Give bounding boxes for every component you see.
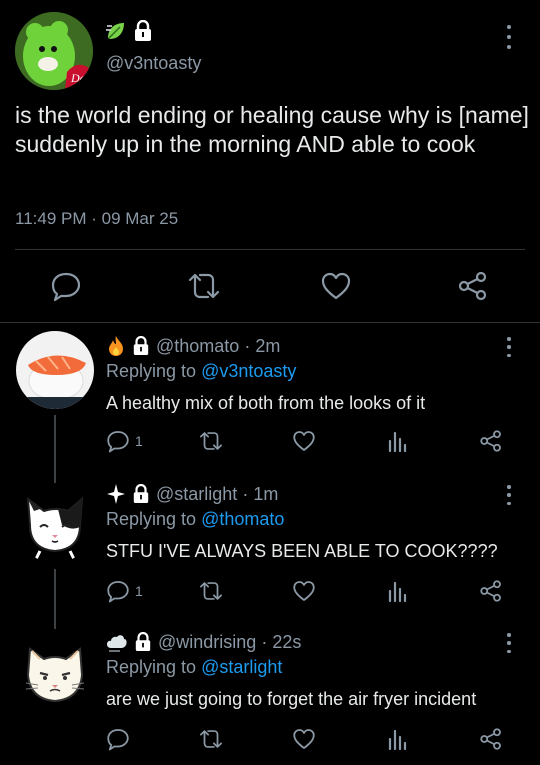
thread-line <box>54 471 56 483</box>
retweet-icon <box>198 429 224 453</box>
more-options-icon[interactable] <box>500 25 518 49</box>
reply-tweet: @thomato · 2m Replying to @v3ntoasty A h… <box>0 323 540 471</box>
badge-icons <box>105 20 153 42</box>
lock-icon <box>132 336 150 356</box>
replying-to: Replying to @thomato <box>106 509 285 529</box>
main-tweet: Dew @v3ntoasty is the world ending or he… <box>0 0 540 322</box>
heart-icon <box>292 727 316 751</box>
analytics-icon <box>386 727 408 751</box>
reply-button[interactable] <box>106 727 130 751</box>
reply-button[interactable]: 1 <box>106 579 143 603</box>
reply-button[interactable]: 1 <box>106 429 143 453</box>
mention-link[interactable]: @starlight <box>201 657 282 677</box>
reply-actions: 1 <box>0 579 540 607</box>
reply-actions: 1 <box>0 429 540 457</box>
avatar[interactable] <box>16 633 94 711</box>
retweet-button[interactable] <box>186 270 222 302</box>
analytics-icon <box>386 429 408 453</box>
reply-icon <box>106 727 130 751</box>
reply-count: 1 <box>135 433 143 449</box>
share-icon <box>479 579 503 603</box>
share-button[interactable] <box>457 270 489 302</box>
like-button[interactable] <box>292 429 316 453</box>
avatar[interactable]: Dew <box>15 12 93 90</box>
analytics-button[interactable] <box>386 579 408 603</box>
reply-time: 22s <box>272 631 302 652</box>
heart-icon <box>292 579 316 603</box>
reply-handle[interactable]: @windrising <box>158 632 256 652</box>
retweet-button[interactable] <box>198 429 224 453</box>
lock-icon <box>133 20 153 42</box>
divider <box>15 249 525 250</box>
mention-link[interactable]: @thomato <box>201 509 284 529</box>
reply-text: are we just going to forget the air frye… <box>106 689 477 709</box>
share-icon <box>479 727 503 751</box>
mention-link[interactable]: @v3ntoasty <box>201 361 296 381</box>
more-options-icon[interactable] <box>500 485 518 505</box>
leaf-icon <box>105 20 127 42</box>
share-button[interactable] <box>479 579 503 603</box>
reply-icon <box>50 270 82 302</box>
more-options-icon[interactable] <box>500 337 518 357</box>
share-button[interactable] <box>479 727 503 751</box>
avatar[interactable] <box>16 331 94 409</box>
analytics-icon <box>386 579 408 603</box>
reply-header: @starlight · 1m <box>106 483 278 505</box>
reply-header: @windrising · 22s <box>106 631 301 653</box>
lock-icon <box>134 632 152 652</box>
tweet-text: is the world ending or healing cause why… <box>15 102 529 157</box>
replying-to: Replying to @starlight <box>106 657 283 677</box>
heart-icon <box>292 429 316 453</box>
cloud-wind-icon <box>106 631 128 653</box>
author-handle[interactable]: @v3ntoasty <box>106 53 201 74</box>
reply-tweet: @starlight · 1m Replying to @thomato STF… <box>0 471 540 619</box>
retweet-icon <box>186 270 222 302</box>
reply-time: 2m <box>255 335 281 356</box>
svg-text:Dew: Dew <box>70 71 93 85</box>
more-options-icon[interactable] <box>500 633 518 653</box>
retweet-button[interactable] <box>198 727 224 751</box>
reply-text: A healthy mix of both from the looks of … <box>106 393 426 413</box>
avatar[interactable] <box>16 485 94 563</box>
reply-handle[interactable]: @starlight <box>156 484 237 504</box>
reply-tweet: @windrising · 22s Replying to @starlight… <box>0 619 540 765</box>
reply-actions <box>0 727 540 755</box>
share-button[interactable] <box>479 429 503 453</box>
reply-time: 1m <box>253 483 279 504</box>
like-button[interactable] <box>292 579 316 603</box>
thread-line <box>54 619 56 629</box>
share-icon <box>479 429 503 453</box>
analytics-button[interactable] <box>386 727 408 751</box>
reply-button[interactable] <box>50 270 82 302</box>
tweet-actions <box>0 268 540 304</box>
like-button[interactable] <box>292 727 316 751</box>
lock-icon <box>132 484 150 504</box>
reply-text: STFU I'VE ALWAYS BEEN ABLE TO COOK???? <box>106 541 498 561</box>
tweet-timestamp: 11:49 PM · 09 Mar 25 <box>15 209 179 228</box>
like-button[interactable] <box>320 270 352 302</box>
retweet-icon <box>198 727 224 751</box>
retweet-button[interactable] <box>198 579 224 603</box>
reply-header: @thomato · 2m <box>106 335 280 357</box>
fire-icon <box>106 335 126 357</box>
analytics-button[interactable] <box>386 429 408 453</box>
heart-icon <box>320 270 352 302</box>
reply-icon <box>106 579 130 603</box>
share-icon <box>457 270 489 302</box>
sparkle-icon <box>106 483 126 505</box>
reply-count: 1 <box>135 583 143 599</box>
retweet-icon <box>198 579 224 603</box>
reply-icon <box>106 429 130 453</box>
replying-to: Replying to @v3ntoasty <box>106 361 297 381</box>
reply-handle[interactable]: @thomato <box>156 336 239 356</box>
